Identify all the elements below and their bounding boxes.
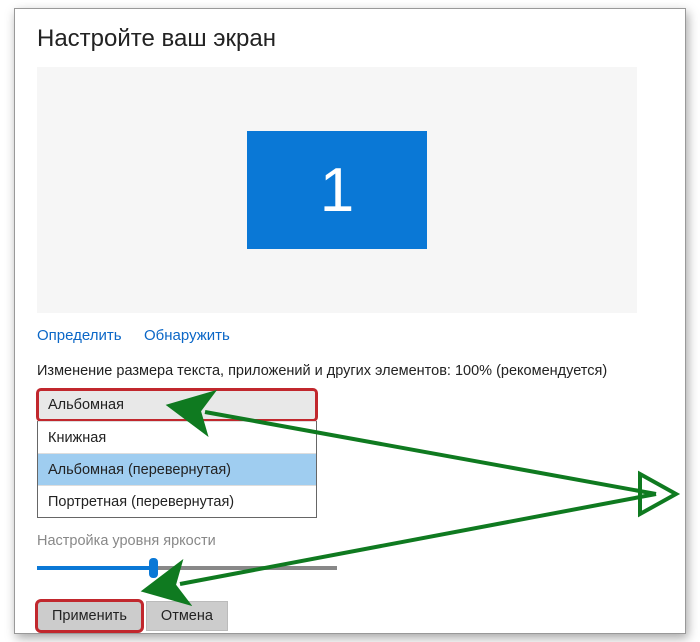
scale-label: Изменение размера текста, приложений и д…	[37, 363, 663, 379]
dialog-buttons: Применить Отмена	[37, 601, 663, 631]
brightness-track	[37, 566, 337, 570]
identify-link[interactable]: Определить	[37, 327, 122, 344]
orientation-options-list: Книжная Альбомная (перевернутая) Портрет…	[37, 421, 317, 518]
monitor-number: 1	[320, 155, 354, 226]
orientation-dropdown[interactable]: Альбомная Книжная Альбомная (перевернута…	[37, 389, 317, 421]
page-title: Настройте ваш экран	[37, 25, 663, 53]
display-preview-area: 1	[37, 67, 637, 313]
settings-panel: Настройте ваш экран 1 Определить Обнаруж…	[14, 8, 686, 634]
apply-button[interactable]: Применить	[37, 601, 142, 631]
display-links: Определить Обнаружить	[37, 327, 663, 345]
orientation-option-landscape-flipped[interactable]: Альбомная (перевернутая)	[38, 453, 316, 485]
cancel-button[interactable]: Отмена	[146, 601, 228, 631]
detect-link[interactable]: Обнаружить	[144, 327, 230, 344]
brightness-slider[interactable]	[37, 557, 337, 579]
brightness-thumb[interactable]	[149, 558, 158, 578]
brightness-label: Настройка уровня яркости	[37, 533, 663, 549]
orientation-option-portrait-flipped[interactable]: Портретная (перевернутая)	[38, 485, 316, 517]
monitor-tile-1[interactable]: 1	[247, 131, 427, 249]
orientation-selected[interactable]: Альбомная	[37, 389, 317, 421]
orientation-option-portrait[interactable]: Книжная	[38, 421, 316, 453]
